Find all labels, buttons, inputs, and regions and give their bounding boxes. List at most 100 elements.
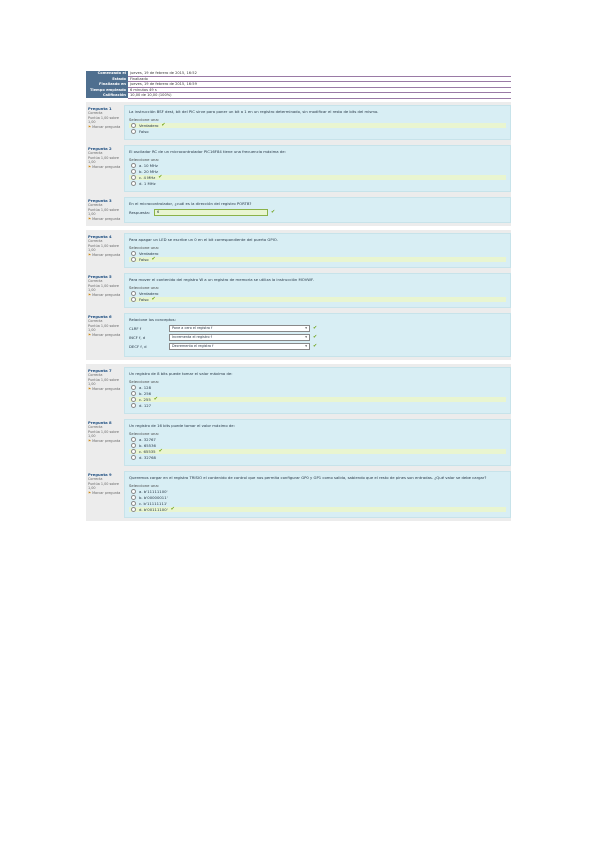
option-text: b. 256 [139, 391, 152, 396]
flag-question-link[interactable]: ⚑ Marcar pregunta [88, 491, 124, 495]
select-one-label: Seleccione una: [129, 156, 160, 162]
radio-button[interactable] [131, 403, 136, 408]
radio-button[interactable] [131, 251, 136, 256]
answer-option[interactable]: b. 65536 [129, 443, 506, 448]
answer-option[interactable]: Falso ✔ [129, 297, 506, 302]
question-prompt: La instrucción BSF dest, bit del PIC sir… [129, 108, 379, 114]
question-content: La instrucción BSF dest, bit del PIC sir… [124, 104, 511, 140]
flag-label[interactable]: Marcar pregunta [92, 125, 120, 129]
answer-option[interactable]: Falso ✔ [129, 257, 506, 262]
radio-button[interactable] [131, 385, 136, 390]
match-select[interactable]: Pone a cero el registro f [169, 325, 310, 332]
radio-button[interactable] [131, 455, 136, 460]
question-prompt: Un registro de 8 bits puede tomar el val… [129, 371, 233, 376]
question-mark: Puntúa 1,00 sobre 1,00 [88, 429, 119, 439]
select-one-label: Seleccione una: [129, 483, 160, 488]
flag-label[interactable]: Marcar pregunta [92, 439, 120, 443]
question-info: Pregunta 9 Correcta Puntúa 1,00 sobre 1,00… [86, 471, 124, 518]
radio-button[interactable] [131, 297, 136, 302]
radio-button[interactable] [131, 122, 136, 128]
flag-label[interactable]: Marcar pregunta [92, 165, 120, 169]
answer-option[interactable]: a. b'11111100' [129, 489, 506, 494]
check-icon: ✔ [153, 396, 158, 402]
answer-option[interactable]: a. 10 MHz [129, 162, 506, 168]
radio-button[interactable] [131, 495, 136, 500]
answer-option[interactable]: Falso [129, 128, 506, 134]
question-mark: Puntúa 1,00 sobre 1,00 [88, 115, 119, 125]
radio-button[interactable] [131, 162, 136, 168]
match-row: CLRF f Pone a cero el registro f✔ [129, 325, 506, 332]
answer-option[interactable]: b. 20 MHz [129, 168, 506, 174]
flag-label[interactable]: Marcar pregunta [92, 217, 120, 221]
answer-option[interactable]: c. 4 MHz ✔ [129, 173, 506, 180]
answer-option[interactable]: Verdadero ✔ [129, 121, 506, 128]
option-text: a. 128 [139, 385, 151, 390]
radio-button[interactable] [131, 180, 136, 186]
answer-option[interactable]: Verdadero [129, 291, 506, 296]
flag-label[interactable]: Marcar pregunta [92, 491, 120, 495]
radio-button[interactable] [131, 507, 136, 512]
check-icon: ✔ [271, 208, 276, 215]
question-info: Pregunta 7 Correcta Puntúa 1,00 sobre 1,00… [86, 367, 124, 414]
answer-option[interactable]: d. b'00111100' ✔ [129, 507, 506, 512]
flag-label[interactable]: Marcar pregunta [92, 253, 120, 257]
flag-question-link[interactable]: ⚑ Marcar pregunta [88, 217, 124, 221]
check-icon: ✔ [313, 325, 318, 331]
check-icon: ✔ [170, 506, 175, 512]
radio-button[interactable] [131, 257, 136, 262]
answer-option[interactable]: a. 128 [129, 385, 506, 390]
option-text: b. 65536 [139, 443, 156, 448]
answer-option[interactable]: d. 32768 [129, 455, 506, 460]
check-icon: ✔ [151, 256, 156, 262]
radio-button[interactable] [131, 291, 136, 296]
flag-question-link[interactable]: ⚑ Marcar pregunta [88, 165, 124, 169]
summary-row: Calificación 10,00 de 10,00 (100%) [86, 92, 511, 99]
flag-label[interactable]: Marcar pregunta [92, 387, 120, 391]
answer-option[interactable]: Verdadero [129, 251, 506, 256]
answer-option[interactable]: a. 32767 [129, 437, 506, 442]
check-icon: ✔ [158, 173, 163, 180]
flag-label[interactable]: Marcar pregunta [92, 293, 120, 297]
answer-option[interactable]: b. b'00000011' [129, 495, 506, 500]
flag-question-link[interactable]: ⚑ Marcar pregunta [88, 387, 124, 391]
option-text: Falso [139, 297, 149, 302]
question-prompt: Relacione los conceptos: [129, 317, 176, 322]
flag-question-link[interactable]: ⚑ Marcar pregunta [88, 333, 124, 337]
select-one-label: Seleccione una: [129, 245, 160, 250]
match-select[interactable]: Incrementa el registro f [169, 334, 310, 341]
answer-option[interactable]: d. 127 [129, 403, 506, 408]
question: Pregunta 2 Correcta Puntúa 1,00 sobre 1,00… [86, 144, 511, 192]
radio-button[interactable] [131, 174, 136, 180]
match-select[interactable]: Decrementa el registro f [169, 343, 310, 350]
radio-button[interactable] [131, 501, 136, 506]
radio-button[interactable] [131, 391, 136, 396]
question: Pregunta 3 Correcta Puntúa 1,00 sobre 1,00… [86, 196, 511, 223]
flag-question-link[interactable]: ⚑ Marcar pregunta [88, 253, 124, 257]
answer-option[interactable]: c. b'11111111' [129, 501, 506, 506]
radio-button[interactable] [131, 443, 136, 448]
radio-button[interactable] [131, 489, 136, 494]
answer-option[interactable]: d. 1 MHz [129, 180, 506, 186]
check-icon: ✔ [151, 296, 156, 302]
flag-question-link[interactable]: ⚑ Marcar pregunta [88, 125, 124, 129]
answer-option[interactable]: c. 65535 ✔ [129, 449, 506, 454]
radio-button[interactable] [131, 128, 136, 134]
check-icon: ✔ [158, 448, 163, 454]
question: Pregunta 5 Correcta Puntúa 1,00 sobre 1,00… [86, 273, 511, 308]
radio-button[interactable] [131, 437, 136, 442]
radio-button[interactable] [131, 449, 136, 454]
answer-label: Respuesta: [129, 209, 151, 215]
option-text: c. b'11111111' [139, 501, 168, 506]
radio-button[interactable] [131, 397, 136, 402]
check-icon: ✔ [313, 343, 318, 349]
flag-question-link[interactable]: ⚑ Marcar pregunta [88, 293, 124, 297]
question-info: Pregunta 6 Correcta Puntúa 1,00 sobre 1,00… [86, 313, 124, 357]
answer-option[interactable]: b. 256 [129, 391, 506, 396]
answer-field[interactable]: 6 [154, 208, 269, 216]
flag-label[interactable]: Marcar pregunta [92, 333, 120, 337]
flag-question-link[interactable]: ⚑ Marcar pregunta [88, 439, 124, 443]
question-mark: Puntúa 1,00 sobre 1,00 [88, 243, 119, 253]
answer-option[interactable]: c. 255 ✔ [129, 397, 506, 402]
radio-button[interactable] [131, 168, 136, 174]
check-icon: ✔ [161, 121, 166, 128]
